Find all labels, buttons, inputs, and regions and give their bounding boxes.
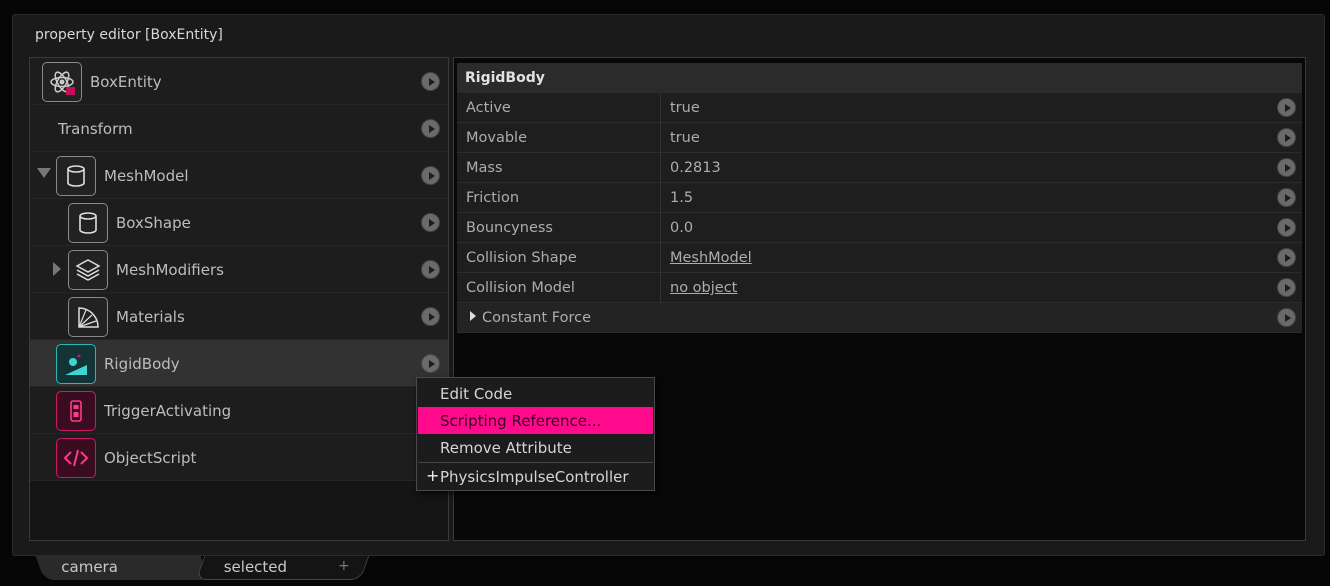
column-divider (660, 273, 661, 303)
play-icon[interactable] (421, 119, 440, 138)
tree-item-label: MeshModifiers (116, 261, 224, 279)
cylinder-icon (68, 203, 108, 243)
tree-item-transform[interactable]: Transform (30, 105, 448, 152)
play-icon[interactable] (421, 72, 440, 91)
property-value-link[interactable]: MeshModel (670, 250, 752, 266)
tree-item-label: ObjectScript (104, 449, 197, 467)
material-fan-icon (68, 297, 108, 337)
window-title: property editor [BoxEntity] (35, 27, 223, 43)
tree-item-meshmodel[interactable]: MeshModel (30, 152, 448, 199)
tree-item-label: Transform (58, 120, 133, 138)
menu-item-scripting-reference[interactable]: Scripting Reference... (418, 407, 653, 434)
tree-item-boxentity[interactable]: BoxEntity (30, 58, 448, 105)
property-row-bouncyness[interactable]: Bouncyness 0.0 (457, 213, 1302, 243)
property-value[interactable]: 0.2813 (670, 160, 721, 176)
property-value[interactable]: 0.0 (670, 220, 693, 236)
column-divider (660, 153, 661, 183)
expand-triangle-icon[interactable] (470, 311, 476, 321)
property-name: Active (466, 100, 511, 116)
play-icon[interactable] (1277, 158, 1296, 177)
menu-item-add-physicsimpulsecontroller[interactable]: + PhysicsImpulseController (418, 463, 653, 490)
play-icon[interactable] (1277, 128, 1296, 147)
tab-label: selected (223, 558, 288, 576)
property-value[interactable]: true (670, 100, 700, 116)
property-editor-window: property editor [BoxEntity] BoxEntity Tr… (12, 14, 1325, 556)
column-divider (660, 123, 661, 153)
property-name: Bouncyness (466, 220, 553, 236)
play-icon[interactable] (421, 260, 440, 279)
play-icon[interactable] (1277, 218, 1296, 237)
tree-item-label: TriggerActivating (104, 402, 232, 420)
tree-item-label: BoxShape (116, 214, 191, 232)
tab-camera[interactable]: camera (35, 556, 210, 580)
rigidbody-icon (56, 344, 96, 384)
column-divider (660, 213, 661, 243)
property-name: Collision Shape (466, 250, 577, 266)
tree-item-triggeractivating[interactable]: TriggerActivating (30, 387, 448, 434)
atom-script-icon (42, 62, 82, 102)
trigger-icon (56, 391, 96, 431)
column-divider (660, 243, 661, 273)
property-row-movable[interactable]: Movable true (457, 123, 1302, 153)
property-group-label: Constant Force (482, 310, 592, 326)
property-name: Mass (466, 160, 503, 176)
play-icon[interactable] (1277, 188, 1296, 207)
plus-icon: + (426, 466, 440, 485)
column-divider (660, 183, 661, 213)
layers-icon (68, 250, 108, 290)
tree-item-objectscript[interactable]: ObjectScript (30, 434, 448, 481)
play-icon[interactable] (421, 354, 440, 373)
column-divider (660, 93, 661, 123)
component-tree: BoxEntity Transform MeshModel BoxShape M… (29, 57, 449, 541)
tree-item-label: RigidBody (104, 355, 180, 373)
play-icon[interactable] (1277, 278, 1296, 297)
app-root: property editor [BoxEntity] BoxEntity Tr… (0, 0, 1330, 586)
play-icon[interactable] (1277, 248, 1296, 267)
menu-item-remove-attribute[interactable]: Remove Attribute (418, 434, 653, 461)
property-row-collision-model[interactable]: Collision Model no object (457, 273, 1302, 303)
property-group-constant-force[interactable]: Constant Force (457, 303, 1302, 333)
play-icon[interactable] (421, 166, 440, 185)
property-name: Movable (466, 130, 528, 146)
context-menu: Edit Code Scripting Reference... Remove … (416, 377, 655, 491)
property-row-collision-shape[interactable]: Collision Shape MeshModel (457, 243, 1302, 273)
collapse-triangle-icon[interactable] (37, 168, 51, 178)
add-tab-button[interactable]: + (338, 558, 350, 574)
tree-item-label: MeshModel (104, 167, 189, 185)
code-icon (56, 438, 96, 478)
property-value-link[interactable]: no object (670, 280, 737, 296)
menu-item-label: PhysicsImpulseController (440, 468, 629, 486)
property-name: Collision Model (466, 280, 575, 296)
tab-label: camera (61, 558, 118, 576)
play-icon[interactable] (421, 307, 440, 326)
tree-item-label: BoxEntity (90, 73, 162, 91)
menu-item-edit-code[interactable]: Edit Code (418, 380, 653, 407)
property-group-header: RigidBody (457, 63, 1302, 93)
play-icon[interactable] (1277, 98, 1296, 117)
play-icon[interactable] (1277, 308, 1296, 327)
tree-item-materials[interactable]: Materials (30, 293, 448, 340)
property-value[interactable]: 1.5 (670, 190, 693, 206)
cylinder-icon (56, 156, 96, 196)
property-group-title: RigidBody (465, 70, 545, 86)
tree-item-label: Materials (116, 308, 185, 326)
expand-triangle-icon[interactable] (53, 262, 61, 276)
tree-item-rigidbody[interactable]: RigidBody (30, 340, 448, 387)
property-value[interactable]: true (670, 130, 700, 146)
play-icon[interactable] (421, 213, 440, 232)
property-row-friction[interactable]: Friction 1.5 (457, 183, 1302, 213)
property-name: Friction (466, 190, 520, 206)
property-row-mass[interactable]: Mass 0.2813 (457, 153, 1302, 183)
tree-item-boxshape[interactable]: BoxShape (30, 199, 448, 246)
property-row-active[interactable]: Active true (457, 93, 1302, 123)
tree-item-meshmodifiers[interactable]: MeshModifiers (30, 246, 448, 293)
